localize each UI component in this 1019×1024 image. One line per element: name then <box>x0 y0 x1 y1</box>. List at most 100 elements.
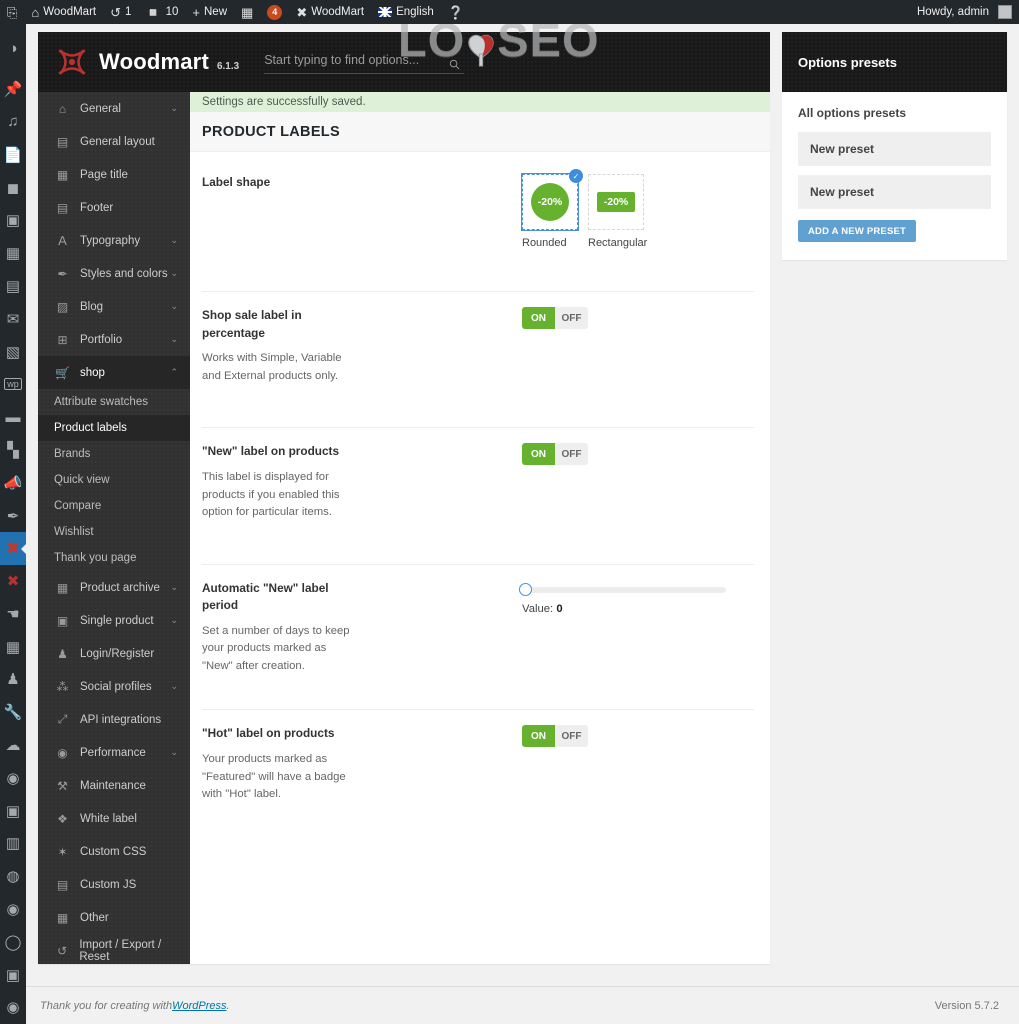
sidebar-item-footer[interactable]: ▤ Footer <box>38 191 190 224</box>
sidebar-item-general-layout[interactable]: ▤ General layout <box>38 125 190 158</box>
toggle-hot-label[interactable]: ON OFF <box>522 725 588 748</box>
rail-seo[interactable]: ◍ <box>0 860 26 893</box>
rail-posts[interactable]: 📌 <box>0 73 26 106</box>
sidebar-item-social-profiles[interactable]: ⁂ Social profiles ⌄ <box>38 670 190 703</box>
toggle-off-label[interactable]: OFF <box>555 307 588 329</box>
image-select-rounded[interactable]: -20% ✓ Rounded <box>521 169 583 249</box>
sidebar-item-product-archive[interactable]: ▦ Product archive ⌄ <box>38 571 190 604</box>
rail-performance[interactable]: ◉ <box>0 761 26 794</box>
rail-tools[interactable]: 🔧 <box>0 696 26 729</box>
toggle-off-label[interactable]: OFF <box>555 443 588 466</box>
sidebar-item-api-integrations[interactable]: ⤢ API integrations <box>38 703 190 736</box>
add-new-preset-button[interactable]: ADD A NEW PRESET <box>798 220 917 242</box>
sidebar-item-general[interactable]: ⌂ General ⌄ <box>38 92 190 125</box>
cloud-icon: ☁ <box>5 737 21 755</box>
sidebar-item-page-title[interactable]: ▦ Page title <box>38 158 190 191</box>
toggle-on-label[interactable]: ON <box>522 307 555 329</box>
sidebar-item-attribute-swatches[interactable]: Attribute swatches <box>38 389 190 415</box>
rail-duplicate[interactable]: ▣ <box>0 958 26 991</box>
rail-templates[interactable]: ▤ <box>0 270 26 303</box>
rail-archive[interactable]: ▬ <box>0 401 26 434</box>
field-hot-label-right: ON OFF <box>362 725 758 803</box>
rail-gallery[interactable]: ▧ <box>0 335 26 368</box>
sidebar-item-wishlist[interactable]: Wishlist <box>38 519 190 545</box>
adminbar-help[interactable]: ❔ <box>441 0 471 24</box>
adminbar-howdy[interactable]: Howdy, admin <box>910 0 1019 24</box>
adminbar-new-content[interactable]: + New <box>185 0 234 24</box>
toggle-sale-percentage[interactable]: ON OFF <box>522 307 588 329</box>
rail-views[interactable]: ◉ <box>0 893 26 926</box>
sidebar-item-typography[interactable]: A Typography ⌄ <box>38 224 190 257</box>
field-new-period: Automatic "New" label period Set a numbe… <box>190 563 770 676</box>
sidebar-item-shop[interactable]: 🛒 shop ⌃ <box>38 356 190 389</box>
redux-options-panel: Woodmart 6.1.3 ⌂ General ⌄ ▤ <box>38 32 770 964</box>
options-search[interactable] <box>264 50 465 74</box>
sidebar-item-portfolio[interactable]: ⊞ Portfolio ⌄ <box>38 323 190 356</box>
slider-new-period[interactable]: Value: 0 <box>519 580 726 615</box>
wordpress-link[interactable]: WordPress <box>172 1000 226 1012</box>
slider-handle[interactable] <box>519 582 532 596</box>
rail-dashboard[interactable]: ◑ <box>0 32 26 65</box>
rail-contacts[interactable]: ▣ <box>0 794 26 827</box>
sidebar-item-brands[interactable]: Brands <box>38 441 190 467</box>
wp-footer: Thank you for creating with WordPress . … <box>26 986 1019 1024</box>
toggle-off-label[interactable]: OFF <box>555 725 588 748</box>
rail-wpbakery[interactable]: wp <box>0 368 26 401</box>
rail-search[interactable]: ◯ <box>0 925 26 958</box>
adminbar-notification-badge[interactable]: 4 <box>260 0 289 24</box>
rail-collapse[interactable]: ◉ <box>0 991 26 1024</box>
sidebar-item-custom-js[interactable]: ▤ Custom JS <box>38 868 190 901</box>
adminbar-comments[interactable]: ◽ 10 <box>138 0 185 24</box>
adminbar-language[interactable]: English <box>371 0 441 24</box>
sidebar-item-label: API integrations <box>80 713 162 726</box>
sidebar-item-styles-and-colors[interactable]: ✒ Styles and colors ⌄ <box>38 257 190 290</box>
rail-woodmart[interactable]: ✖ <box>0 531 27 565</box>
sidebar-item-maintenance[interactable]: ⚒ Maintenance <box>38 769 190 802</box>
preset-item[interactable]: New preset <box>798 175 991 209</box>
adminbar-site-name[interactable]: ⌂ WoodMart <box>24 0 103 24</box>
sidebar-item-single-product[interactable]: ▣ Single product ⌄ <box>38 604 190 637</box>
sidebar-item-thank-you-page[interactable]: Thank you page <box>38 545 190 571</box>
sidebar-item-custom-css[interactable]: ✶ Custom CSS <box>38 835 190 868</box>
sidebar-item-blog[interactable]: ▨ Blog ⌄ <box>38 290 190 323</box>
sidebar-item-white-label[interactable]: ❖ White label <box>38 802 190 835</box>
rail-mail[interactable]: ✉ <box>0 302 26 335</box>
field-new-label-left: "New" label on products This label is di… <box>202 443 362 521</box>
rail-woodmart-2[interactable]: ✖ <box>0 565 26 598</box>
rail-users[interactable]: ♟ <box>0 663 26 696</box>
image-select-rectangular[interactable]: -20% Rectangular <box>588 174 647 249</box>
preset-item[interactable]: New preset <box>798 132 991 166</box>
rail-plugins[interactable]: ☚ <box>0 598 26 631</box>
image-select-rounded-box[interactable]: -20% ✓ <box>521 169 583 231</box>
rail-appearance[interactable]: ✒ <box>0 499 26 532</box>
rail-forms[interactable]: ▦ <box>0 630 26 663</box>
field-description: Your products marked as "Featured" will … <box>202 753 346 801</box>
search-input[interactable] <box>264 50 465 74</box>
adminbar-wp-logo[interactable]: ⎘ <box>0 0 24 24</box>
rail-portfolio[interactable]: ▣ <box>0 204 26 237</box>
toggle-on-label[interactable]: ON <box>522 725 555 748</box>
adminbar-updates[interactable]: ↺ 1 <box>103 0 138 24</box>
sidebar-item-product-labels[interactable]: Product labels <box>38 415 190 441</box>
rail-pages[interactable]: 📄 <box>0 138 26 171</box>
sidebar-item-other[interactable]: ▦ Other <box>38 901 190 934</box>
rail-analytics[interactable]: ▚ <box>0 434 26 467</box>
rail-forms-2[interactable]: ▥ <box>0 827 26 860</box>
rail-comments[interactable]: ◼ <box>0 171 26 204</box>
rail-media[interactable]: ♫ <box>0 106 26 139</box>
image-select-rectangular-box[interactable]: -20% <box>588 174 644 230</box>
sidebar-item-quick-view[interactable]: Quick view <box>38 467 190 493</box>
sidebar-item-login-register[interactable]: ♟ Login/Register <box>38 637 190 670</box>
sidebar-item-performance[interactable]: ◉ Performance ⌄ <box>38 736 190 769</box>
slider-track[interactable] <box>519 582 726 596</box>
admin-content-area: Woodmart 6.1.3 ⌂ General ⌄ ▤ <box>26 13 1019 1024</box>
sidebar-item-compare[interactable]: Compare <box>38 493 190 519</box>
sidebar-item-import-export-reset[interactable]: ↺ Import / Export / Reset <box>38 934 190 964</box>
adminbar-wpbakery[interactable]: ▦ <box>234 0 260 24</box>
toggle-on-label[interactable]: ON <box>522 443 555 466</box>
rail-cloud[interactable]: ☁ <box>0 729 26 762</box>
rail-slider[interactable]: ▦ <box>0 237 26 270</box>
adminbar-woodmart[interactable]: ✖ WoodMart <box>289 0 371 24</box>
rail-marketing[interactable]: 📣 <box>0 466 26 499</box>
toggle-new-label[interactable]: ON OFF <box>522 443 588 466</box>
